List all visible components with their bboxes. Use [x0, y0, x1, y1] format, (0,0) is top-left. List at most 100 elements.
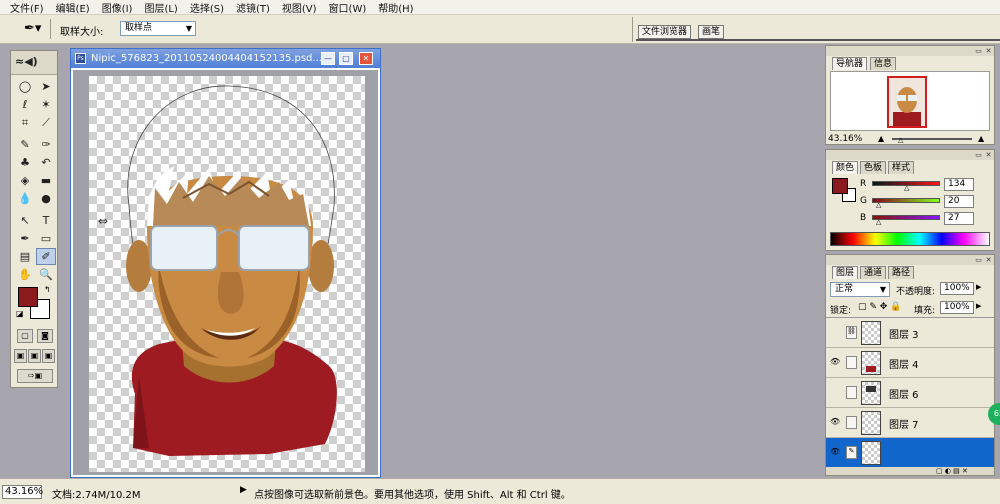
navigator-zoom-value[interactable]: 43.16%	[828, 134, 862, 144]
fill-arrow-icon[interactable]: ▶	[976, 302, 981, 310]
menu-file[interactable]: 文件(F)	[10, 0, 44, 15]
tab-paths[interactable]: 路径	[888, 266, 915, 279]
eye-icon[interactable]: 👁	[830, 447, 840, 457]
tab-layers[interactable]: 图层	[832, 266, 859, 279]
marquee-tool-icon[interactable]: ◯	[16, 79, 34, 94]
default-colors-icon[interactable]: ◪	[16, 309, 24, 318]
quick-mask-button[interactable]: ◙	[37, 329, 53, 343]
jump-to-imageready-button[interactable]: ⇨▣	[17, 369, 53, 383]
clone-stamp-icon[interactable]: ♣	[16, 155, 34, 170]
foreground-color-swatch[interactable]	[18, 287, 38, 307]
tab-brushes[interactable]: 画笔	[698, 25, 725, 39]
screen-mode-standard-button[interactable]: ▣	[14, 349, 27, 363]
menu-image[interactable]: 图像(I)	[102, 0, 133, 15]
eye-icon[interactable]: 👁	[830, 417, 840, 427]
close-panel-icon[interactable]: ✕	[984, 47, 993, 55]
g-slider-handle[interactable]: △	[876, 201, 881, 209]
pen-tool-icon[interactable]: ✒	[16, 231, 34, 246]
type-tool-icon[interactable]: T	[37, 213, 55, 228]
move-tool-icon[interactable]: ➤	[37, 79, 55, 94]
eyedropper-tool-preset-icon[interactable]: ✒▾	[24, 20, 50, 38]
zoom-slider-handle[interactable]: △	[898, 136, 903, 144]
gradient-tool-icon[interactable]: ▬	[37, 173, 55, 188]
b-slider-handle[interactable]: △	[876, 218, 881, 226]
eyedropper-tool-icon[interactable]: ✐	[36, 248, 56, 265]
doc-size-info[interactable]: 文档:2.74M/10.2M	[52, 486, 141, 501]
menu-edit[interactable]: 编辑(E)	[56, 0, 90, 15]
standard-mode-button[interactable]: ▢	[17, 329, 33, 343]
history-brush-icon[interactable]: ↶	[37, 155, 55, 170]
zoom-out-icon[interactable]: ▲	[878, 134, 884, 143]
zoom-in-icon[interactable]: ▲	[978, 134, 984, 143]
fg-color-chip[interactable]	[832, 178, 848, 194]
minimize-panel-icon[interactable]: ▭	[974, 151, 983, 159]
layer-row-selected[interactable]: 👁 ✎	[826, 438, 994, 468]
blur-tool-icon[interactable]: 💧	[16, 191, 34, 206]
g-value-input[interactable]: 20	[944, 195, 974, 208]
layer-row[interactable]: 👁 图层 4	[826, 348, 994, 378]
link-box[interactable]	[846, 386, 857, 399]
opacity-arrow-icon[interactable]: ▶	[976, 283, 981, 291]
minimize-panel-icon[interactable]: ▭	[974, 256, 983, 264]
minimize-panel-icon[interactable]: ▭	[974, 47, 983, 55]
status-zoom-field[interactable]: 43.16%	[2, 485, 43, 499]
swap-colors-icon[interactable]: ↰	[44, 285, 51, 294]
tab-styles[interactable]: 样式	[888, 161, 915, 174]
maximize-button[interactable]: ▢	[339, 52, 353, 65]
eye-icon[interactable]: 👁	[830, 357, 840, 367]
visibility-toggle[interactable]	[830, 387, 840, 397]
layer-actions-icons[interactable]: ▢ ◐ ▤ ✕	[936, 467, 968, 475]
blend-mode-select[interactable]: 正常 ▼	[830, 282, 890, 297]
menu-layer[interactable]: 图层(L)	[144, 0, 177, 15]
view-box[interactable]	[887, 76, 927, 128]
close-panel-icon[interactable]: ✕	[984, 256, 993, 264]
zoom-slider[interactable]	[892, 138, 972, 140]
sample-size-select[interactable]: 取样点 ▼	[120, 21, 196, 36]
close-panel-icon[interactable]: ✕	[984, 151, 993, 159]
healing-brush-icon[interactable]: ✎	[16, 137, 34, 152]
fill-input[interactable]: 100%	[940, 301, 974, 314]
tab-navigator[interactable]: 导航器	[832, 57, 868, 70]
notes-tool-icon[interactable]: ▤	[16, 249, 34, 264]
tab-color[interactable]: 颜色	[832, 161, 859, 174]
layer-row[interactable]: ⛓ 图层 3	[826, 318, 994, 348]
magic-wand-icon[interactable]: ✶	[37, 97, 55, 112]
crop-tool-icon[interactable]: ⌗	[16, 115, 34, 130]
menu-filter[interactable]: 滤镜(T)	[236, 0, 270, 15]
link-box[interactable]	[846, 416, 857, 429]
g-slider[interactable]	[872, 198, 940, 203]
shape-tool-icon[interactable]: ▭	[37, 231, 55, 246]
tab-channels[interactable]: 通道	[860, 266, 887, 279]
dodge-tool-icon[interactable]: ●	[37, 191, 55, 206]
link-box[interactable]	[846, 356, 857, 369]
layer-row[interactable]: 图层 6	[826, 378, 994, 408]
play-arrow-icon[interactable]: ▶	[240, 485, 247, 495]
zoom-tool-icon[interactable]: 🔍	[37, 267, 55, 282]
slice-tool-icon[interactable]: ⟋	[37, 115, 55, 130]
color-spectrum-bar[interactable]	[830, 232, 990, 246]
path-select-icon[interactable]: ↖	[16, 213, 34, 228]
navigator-preview[interactable]	[830, 71, 990, 131]
eraser-tool-icon[interactable]: ◈	[16, 173, 34, 188]
tab-info[interactable]: 信息	[870, 57, 897, 70]
minimize-button[interactable]: —	[321, 52, 335, 65]
menu-view[interactable]: 视图(V)	[282, 0, 317, 15]
feather-logo-icon[interactable]: ≈◀)	[15, 55, 38, 68]
menu-select[interactable]: 选择(S)	[190, 0, 224, 15]
tab-swatches[interactable]: 色板	[860, 161, 887, 174]
r-slider-handle[interactable]: △	[904, 184, 909, 192]
tab-file-browser[interactable]: 文件浏览器	[638, 25, 692, 39]
b-value-input[interactable]: 27	[944, 212, 974, 225]
link-icon[interactable]: ⛓	[846, 326, 857, 339]
menu-help[interactable]: 帮助(H)	[378, 0, 413, 15]
b-slider[interactable]	[872, 215, 940, 220]
brush-link-icon[interactable]: ✎	[846, 446, 857, 459]
close-button[interactable]: ✕	[359, 52, 373, 65]
lock-options-icons[interactable]: ▢ ✎ ✥ 🔒	[858, 302, 901, 312]
brush-tool-icon[interactable]: ✑	[37, 137, 55, 152]
image-canvas[interactable]	[89, 76, 365, 472]
lasso-tool-icon[interactable]: ℓ	[16, 97, 34, 112]
hand-tool-icon[interactable]: ✋	[16, 267, 34, 282]
screen-mode-full-menu-button[interactable]: ▣	[28, 349, 41, 363]
screen-mode-full-button[interactable]: ▣	[42, 349, 55, 363]
